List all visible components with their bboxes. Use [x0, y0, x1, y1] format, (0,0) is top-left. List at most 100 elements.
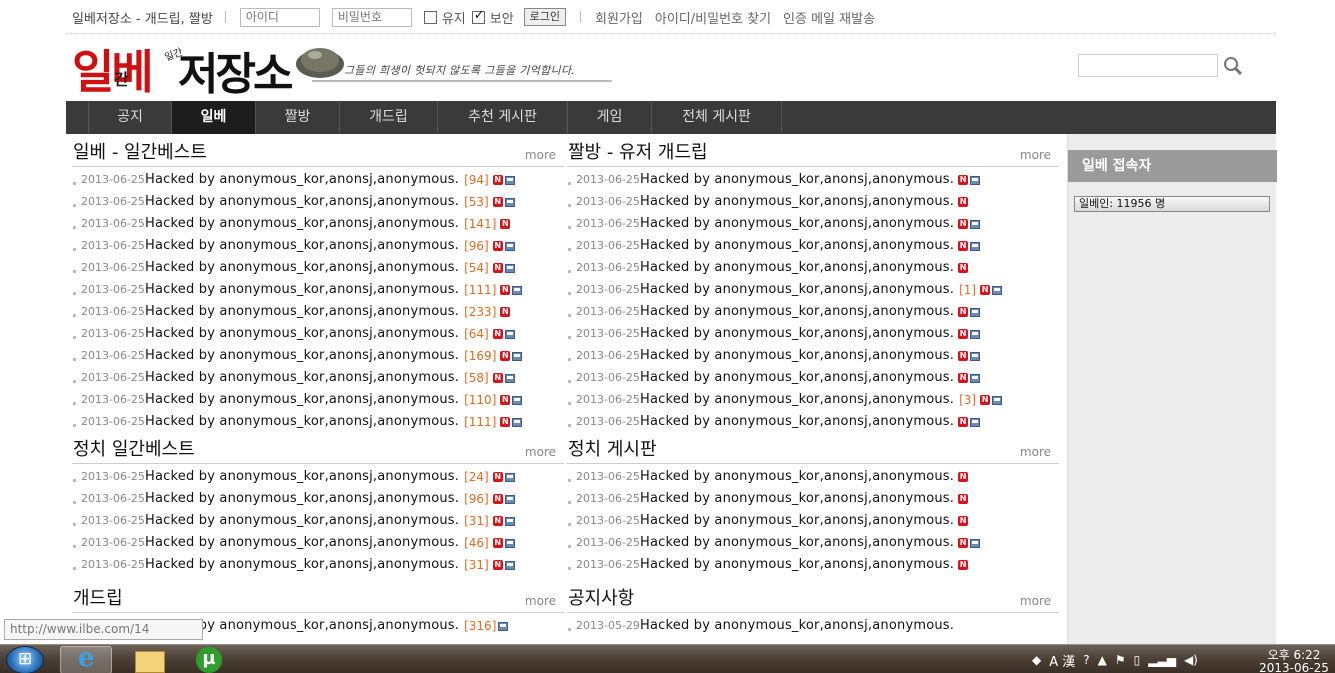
nav-ilbe[interactable]: 일베 — [172, 101, 256, 134]
comment-count[interactable]: [53] — [464, 191, 489, 213]
post-title-link[interactable]: Hacked by anonymous_kor,anonsj,anonymous… — [640, 323, 954, 345]
folder-icon[interactable] — [122, 646, 174, 673]
nav-all-boards[interactable]: 전체 게시판 — [652, 101, 782, 134]
post-title-link[interactable]: Hacked by anonymous_kor,anonsj,anonymous… — [145, 345, 459, 367]
post-title-link[interactable]: Hacked by anonymous_kor,anonsj,anonymous… — [145, 554, 459, 576]
post-title-link[interactable]: Hacked by anonymous_kor,anonsj,anonymous… — [640, 532, 954, 554]
comment-count[interactable]: [1] — [959, 279, 976, 301]
password-input[interactable]: 비밀번호 — [331, 7, 412, 27]
post-title-link[interactable]: Hacked by anonymous_kor,anonsj,anonymous… — [640, 345, 954, 367]
board-title[interactable]: 정치 일간베스트 — [73, 435, 195, 461]
site-title[interactable]: 일베저장소 - 개드립, 짤방 — [72, 8, 213, 27]
more-link[interactable]: more — [525, 148, 556, 162]
board-title[interactable]: 일베 - 일간베스트 — [73, 138, 207, 164]
tray-expand-icon[interactable]: ▲ — [1098, 653, 1107, 667]
post-title-link[interactable]: Hacked by anonymous_kor,anonsj,anonymous… — [145, 466, 459, 488]
comment-count[interactable]: [233] — [464, 301, 496, 323]
post-title-link[interactable]: Hacked by anonymous_kor,anonsj,anonymous… — [145, 213, 459, 235]
more-link[interactable]: more — [525, 594, 556, 608]
post-title-link[interactable]: Hacked by anonymous_kor,anonsj,anonymous… — [640, 510, 954, 532]
more-link[interactable]: more — [1020, 445, 1051, 459]
comment-count[interactable]: [31] — [464, 554, 489, 576]
post-title-link[interactable]: Hacked by anonymous_kor,anonsj,anonymous… — [640, 488, 954, 510]
comment-count[interactable]: [24] — [464, 466, 489, 488]
post-title-link[interactable]: Hacked by anonymous_kor,anonsj,anonymous… — [145, 235, 459, 257]
volume-icon[interactable]: ◀) — [1184, 653, 1198, 667]
comment-count[interactable]: [96] — [464, 235, 489, 257]
search-input[interactable] — [1078, 54, 1218, 77]
id-input[interactable]: 아이디 — [239, 7, 320, 27]
comment-count[interactable]: [54] — [464, 257, 489, 279]
post-title-link[interactable]: Hacked by anonymous_kor,anonsj,anonymous… — [145, 257, 459, 279]
comment-count[interactable]: [3] — [959, 389, 976, 411]
taskbar-clock[interactable]: 오후 6:22 2013-06-25 — [1259, 649, 1329, 673]
post-title-link[interactable]: Hacked by anonymous_kor,anonsj,anonymous… — [640, 213, 954, 235]
post-title-link[interactable]: Hacked by anonymous_kor,anonsj,anonymous… — [145, 532, 459, 554]
post-title-link[interactable]: Hacked by anonymous_kor,anonsj,anonymous… — [640, 389, 954, 411]
nav-gaedrip[interactable]: 개드립 — [340, 101, 438, 134]
more-link[interactable]: more — [1020, 148, 1051, 162]
find-account-link[interactable]: 아이디/비밀번호 찾기 — [655, 8, 771, 27]
flag-icon[interactable]: ⚑ — [1115, 653, 1126, 667]
comment-count[interactable]: [111] — [464, 411, 496, 433]
post-title-link[interactable]: Hacked by anonymous_kor,anonsj,anonymous… — [145, 411, 459, 433]
post-title-link[interactable]: Hacked by anonymous_kor,anonsj,anonymous… — [640, 257, 954, 279]
post-title-link[interactable]: Hacked by anonymous_kor,anonsj,anonymous… — [640, 169, 954, 191]
start-button[interactable] — [6, 646, 44, 673]
post-title-link[interactable]: Hacked by anonymous_kor,anonsj,anonymous… — [640, 235, 954, 257]
checkbox-checked-icon[interactable] — [471, 8, 485, 24]
post-title-link[interactable]: Hacked by anonymous_kor,anonsj,anonymous… — [640, 411, 954, 433]
post-title-link[interactable]: Hacked by anonymous_kor,anonsj,anonymous… — [145, 488, 459, 510]
post-title-link[interactable]: Hacked by anonymous_kor,anonsj,anonymous… — [145, 510, 459, 532]
battery-icon[interactable]: ▯ — [1134, 653, 1141, 667]
nav-recommend-board[interactable]: 추천 게시판 — [438, 101, 568, 134]
comment-count[interactable]: [96] — [464, 488, 489, 510]
comment-count[interactable]: [94] — [464, 169, 489, 191]
nav-notice[interactable]: 공지 — [88, 101, 172, 134]
checkbox-icon[interactable] — [423, 10, 437, 24]
comment-count[interactable]: [64] — [464, 323, 489, 345]
network-icon[interactable]: ▂▃▅ — [1148, 653, 1176, 667]
post-title-link[interactable]: Hacked by anonymous_kor,anonsj,anonymous… — [145, 169, 459, 191]
board-title[interactable]: 짤방 - 유저 개드립 — [568, 138, 708, 164]
post-title-link[interactable]: Hacked by anonymous_kor,anonsj,anonymous… — [640, 279, 954, 301]
board-title[interactable]: 개드립 — [73, 584, 123, 610]
post-title-link[interactable]: Hacked by anonymous_kor,anonsj,anonymous… — [145, 323, 459, 345]
nav-jjalbang[interactable]: 짤방 — [256, 101, 340, 134]
comment-count[interactable]: [141] — [464, 213, 496, 235]
post-title-link[interactable]: Hacked by anonymous_kor,anonsj,anonymous… — [145, 301, 459, 323]
comment-count[interactable]: [31] — [464, 510, 489, 532]
search-icon[interactable] — [1222, 55, 1244, 77]
comment-count[interactable]: [58] — [464, 367, 489, 389]
post-title-link[interactable]: Hacked by anonymous_kor,anonsj,anonymous… — [640, 191, 954, 213]
ime-indicator[interactable]: A 漢 — [1049, 651, 1075, 670]
keep-login-checkbox[interactable]: 유지 — [423, 8, 466, 27]
post-title-link[interactable]: Hacked by anonymous_kor,anonsj,anonymous… — [145, 191, 459, 213]
comment-count[interactable]: [169] — [464, 345, 496, 367]
post-title-link[interactable]: Hacked by anonymous_kor,anonsj,anonymous… — [145, 389, 459, 411]
signup-link[interactable]: 회원가입 — [595, 8, 643, 27]
post-title-link[interactable]: Hacked by anonymous_kor,anonsj,anonymous… — [145, 279, 459, 301]
utorrent-icon[interactable] — [184, 646, 236, 673]
internet-explorer-icon[interactable] — [60, 643, 112, 673]
board-title[interactable]: 정치 게시판 — [568, 435, 657, 461]
post-title-link[interactable]: Hacked by anonymous_kor,anonsj,anonymous… — [640, 367, 954, 389]
more-link[interactable]: more — [1020, 594, 1051, 608]
site-logo[interactable]: 일베 간 일간 저장소 그들의 희생이 헛되지 않도록 그들을 기억합니다. — [72, 36, 612, 100]
board-title[interactable]: 공지사항 — [568, 584, 634, 610]
resend-mail-link[interactable]: 인증 메일 재발송 — [783, 8, 875, 27]
comment-count[interactable]: [316] — [464, 615, 496, 637]
nav-game[interactable]: 게임 — [568, 101, 652, 134]
post-title-link[interactable]: Hacked by anonymous_kor,anonsj,anonymous… — [640, 615, 954, 637]
comment-count[interactable]: [46] — [464, 532, 489, 554]
post-title-link[interactable]: Hacked by anonymous_kor,anonsj,anonymous… — [640, 466, 954, 488]
login-button[interactable]: 로그인 — [523, 8, 567, 26]
secure-login-checkbox[interactable]: 보안 — [471, 8, 514, 27]
comment-count[interactable]: [110] — [464, 389, 496, 411]
help-icon[interactable]: ? — [1083, 653, 1089, 667]
more-link[interactable]: more — [525, 445, 556, 459]
post-title-link[interactable]: Hacked by anonymous_kor,anonsj,anonymous… — [640, 301, 954, 323]
comment-count[interactable]: [111] — [464, 279, 496, 301]
post-title-link[interactable]: Hacked by anonymous_kor,anonsj,anonymous… — [640, 554, 954, 576]
post-title-link[interactable]: Hacked by anonymous_kor,anonsj,anonymous… — [145, 367, 459, 389]
